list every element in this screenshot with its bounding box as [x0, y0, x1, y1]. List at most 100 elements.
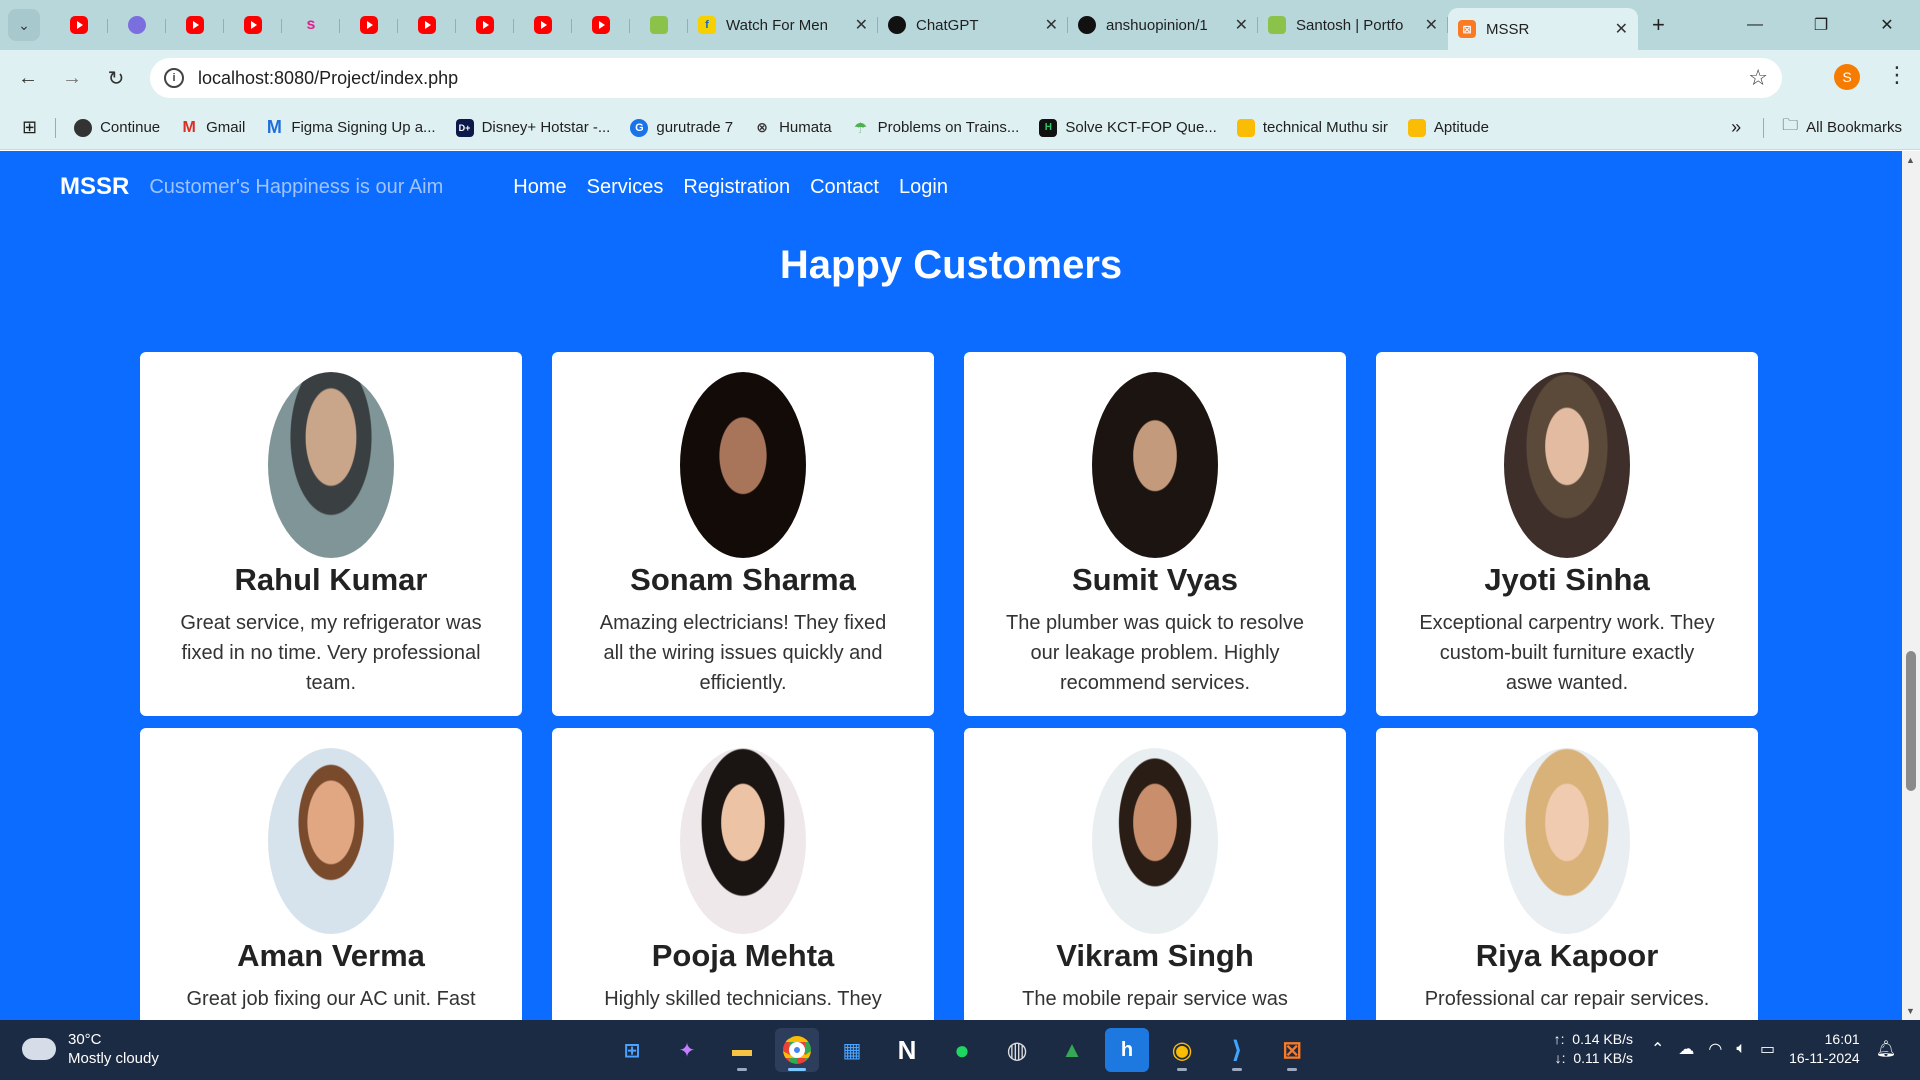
tab-github[interactable]: anshuopinion/1 ✕ [1068, 7, 1258, 43]
pinned-tab[interactable] [630, 7, 688, 43]
bookmark-aptitude[interactable]: Aptitude [1407, 118, 1489, 137]
clock[interactable]: 16:01 16-11-2024 [1789, 1030, 1860, 1068]
separator [1763, 117, 1765, 138]
tab-santosh-portfolio[interactable]: Santosh | Portfo ✕ [1258, 7, 1448, 43]
profile-avatar[interactable]: S [1834, 64, 1860, 90]
pinned-tab[interactable] [108, 7, 166, 43]
bookmark-label: Gmail [206, 119, 246, 136]
back-button[interactable]: ← [6, 67, 50, 90]
tab-title: ChatGPT [916, 16, 979, 34]
bookmark-figma[interactable]: M Figma Signing Up a... [265, 117, 436, 137]
tab-mssr[interactable]: ⊠ MSSR ✕ [1448, 8, 1638, 50]
umbrella-icon: ☂ [853, 119, 868, 137]
nav-services-link[interactable]: Services [587, 176, 664, 199]
bookmark-hotstar[interactable]: D+ Disney+ Hotstar -... [455, 118, 610, 137]
bookmark-technical-muthu[interactable]: technical Muthu sir [1236, 118, 1388, 137]
google-drive-icon[interactable]: ▲ [1050, 1028, 1094, 1072]
bookmark-gmail[interactable]: M Gmail [180, 119, 245, 137]
pinned-tab[interactable] [166, 7, 224, 43]
site-info-icon[interactable]: i [164, 68, 184, 88]
customer-photo [1092, 372, 1218, 558]
classroom-icon [1236, 118, 1255, 137]
onedrive-cloud-icon[interactable]: ☁ [1678, 1039, 1694, 1059]
copilot-icon[interactable]: ✦ [665, 1028, 709, 1072]
battery-icon[interactable]: ▭ [1760, 1039, 1775, 1059]
close-icon[interactable]: ✕ [1425, 15, 1438, 35]
bookmark-hackerrank[interactable]: H Solve KCT-FOP Que... [1039, 118, 1217, 137]
spotify-icon[interactable]: ● [940, 1028, 984, 1072]
classroom-icon [1407, 118, 1426, 137]
pinned-tab[interactable] [456, 7, 514, 43]
close-window-icon[interactable]: ✕ [1854, 15, 1920, 35]
bookmark-continue[interactable]: Continue [74, 118, 160, 137]
wifi-icon[interactable]: ◠ [1708, 1039, 1722, 1059]
tab-watch-for-men[interactable]: f Watch For Men ✕ [688, 7, 878, 43]
pinned-tab[interactable] [224, 7, 282, 43]
bookmark-humata[interactable]: ⊗ Humata [753, 119, 831, 137]
s-logo-icon: s [306, 16, 316, 33]
close-icon[interactable]: ✕ [1235, 15, 1248, 35]
volume-icon[interactable]: 🔈︎ [1736, 1040, 1746, 1058]
scrollbar-thumb[interactable] [1906, 651, 1916, 791]
bookmark-gurutrade[interactable]: Ggurutrade 7 [630, 118, 734, 137]
tab-chatgpt[interactable]: ChatGPT ✕ [878, 7, 1068, 43]
chevron-double-right-icon[interactable]: » [1731, 117, 1741, 138]
youtube-icon [476, 16, 494, 34]
bookmark-label: Aptitude [1433, 119, 1489, 136]
humata-app-icon[interactable]: h [1105, 1028, 1149, 1072]
notification-bell-icon[interactable]: 🔔︎ [1876, 1039, 1896, 1059]
menu-kebab-icon[interactable]: ⋮ [1886, 62, 1908, 88]
file-explorer-icon[interactable]: ▬ [720, 1028, 764, 1072]
url-input[interactable] [198, 67, 1598, 89]
bookmark-trains[interactable]: ☂ Problems on Trains... [852, 119, 1019, 137]
address-bar[interactable]: i ☆ [150, 58, 1782, 98]
all-bookmarks-button[interactable]: 🗀 All Bookmarks [1782, 114, 1902, 141]
notion-icon[interactable]: N [885, 1028, 929, 1072]
system-tray: ↑: 0.14 KB/s ↓: 0.11 KB/s ⌃ ☁ ◠ 🔈︎ ▭ 16:… [1554, 1030, 1896, 1068]
weather-widget[interactable]: 30°C Mostly cloudy [16, 1030, 159, 1068]
apps-grid-icon[interactable]: ⊞ [22, 117, 37, 138]
nav-home-link[interactable]: Home [513, 176, 566, 199]
close-icon[interactable]: ✕ [1045, 15, 1058, 35]
scroll-down-icon[interactable]: ▼ [1906, 1006, 1915, 1016]
bookmark-label: gurutrade 7 [656, 119, 734, 136]
close-icon[interactable]: ✕ [1615, 19, 1628, 39]
nav-registration-link[interactable]: Registration [683, 176, 790, 199]
microsoft-store-icon[interactable]: ▦ [830, 1028, 874, 1072]
customer-review: Great job fixing our AC unit. Fast [186, 988, 476, 1010]
new-tab-button[interactable]: + [1652, 12, 1665, 38]
chevron-up-icon[interactable]: ⌃ [1651, 1039, 1664, 1059]
customer-review: Professional car repair services. They [1424, 988, 1710, 1020]
page-scrollbar[interactable]: ▲ ▼ [1902, 151, 1920, 1020]
forward-button[interactable]: → [50, 67, 94, 90]
close-icon[interactable]: ✕ [855, 15, 868, 35]
pinned-tabs: s [50, 7, 688, 43]
chrome-icon[interactable] [775, 1028, 819, 1072]
windows-start-icon[interactable]: ⊞ [610, 1028, 654, 1072]
humata-icon: ⊗ [756, 119, 768, 135]
site-brand[interactable]: MSSR [60, 173, 129, 201]
obs-icon[interactable]: ◍ [995, 1028, 1039, 1072]
pinned-tab[interactable] [514, 7, 572, 43]
xampp-app-icon[interactable]: ⊠ [1270, 1028, 1314, 1072]
restore-icon[interactable]: ❐ [1788, 15, 1854, 35]
youtube-icon [534, 16, 552, 34]
customer-card: Pooja Mehta Highly skilled technicians. … [552, 728, 934, 1020]
pinned-tab[interactable] [572, 7, 630, 43]
pinned-tab[interactable] [398, 7, 456, 43]
vscode-icon[interactable]: ⟩ [1215, 1028, 1259, 1072]
reload-button[interactable]: ↻ [94, 66, 138, 91]
nav-login-link[interactable]: Login [899, 176, 948, 199]
tab-search-button[interactable]: ⌄ [8, 9, 40, 41]
customer-photo [268, 372, 394, 558]
bookmark-star-icon[interactable]: ☆ [1748, 65, 1768, 91]
chrome-profile-icon[interactable]: ◉ [1160, 1028, 1204, 1072]
minimize-icon[interactable]: — [1722, 16, 1788, 34]
youtube-icon [186, 16, 204, 34]
pinned-tab[interactable]: s [282, 7, 340, 43]
pinned-tab[interactable] [50, 7, 108, 43]
pinned-tab[interactable] [340, 7, 398, 43]
scroll-up-icon[interactable]: ▲ [1906, 155, 1915, 165]
nav-contact-link[interactable]: Contact [810, 176, 879, 199]
bookmark-label: Solve KCT-FOP Que... [1065, 119, 1217, 136]
